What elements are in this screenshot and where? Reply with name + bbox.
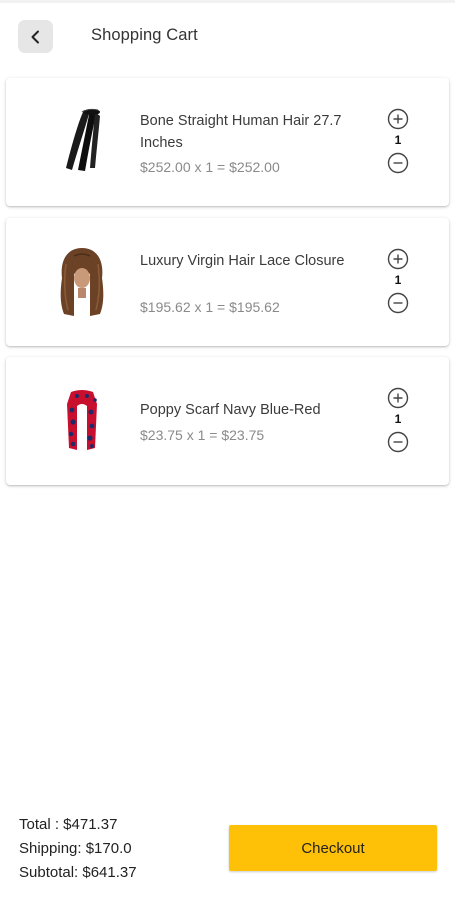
total-amount: Total : $471.37: [19, 816, 118, 833]
cart-item: Luxury Virgin Hair Lace Closure $195.62 …: [6, 218, 449, 346]
subtotal-amount: Subtotal: $641.37: [19, 864, 137, 881]
product-name: Luxury Virgin Hair Lace Closure: [140, 253, 345, 269]
quantity-stepper: 1: [387, 248, 411, 316]
cart-item: Poppy Scarf Navy Blue-Red $23.75 x 1 = $…: [6, 357, 449, 485]
app-header: Shopping Cart: [0, 0, 455, 72]
decrease-quantity-button[interactable]: [387, 152, 409, 174]
quantity-value: 1: [394, 133, 402, 147]
decrease-quantity-button[interactable]: [387, 431, 409, 453]
chevron-left-icon: [29, 30, 43, 44]
plus-circle-icon: [387, 248, 409, 270]
product-price-line: $252.00 x 1 = $252.00: [140, 159, 280, 175]
product-price-line: $23.75 x 1 = $23.75: [140, 427, 265, 443]
product-name: Bone Straight Human Hair 27.7 Inches: [140, 113, 342, 151]
product-price-line: $195.62 x 1 = $195.62: [140, 299, 280, 315]
back-button[interactable]: [18, 20, 53, 53]
quantity-value: 1: [394, 412, 402, 426]
product-image-scarf: [46, 379, 118, 463]
quantity-stepper: 1: [387, 108, 411, 176]
decrease-quantity-button[interactable]: [387, 292, 409, 314]
quantity-value: 1: [394, 273, 402, 287]
plus-circle-icon: [387, 387, 409, 409]
increase-quantity-button[interactable]: [387, 248, 409, 270]
page-title: Shopping Cart: [91, 26, 198, 44]
plus-circle-icon: [387, 108, 409, 130]
order-summary: Total : $471.37 Shipping: $170.0 Subtota…: [19, 813, 137, 885]
shopping-cart-screen: Shopping Cart Bone Straight Human Hair 2…: [0, 0, 455, 900]
checkout-button[interactable]: Checkout: [229, 825, 437, 871]
increase-quantity-button[interactable]: [387, 108, 409, 130]
cart-item: Bone Straight Human Hair 27.7 Inches $25…: [6, 78, 449, 206]
increase-quantity-button[interactable]: [387, 387, 409, 409]
shipping-amount: Shipping: $170.0: [19, 840, 132, 857]
product-image-hair-bundle: [46, 100, 118, 184]
product-name: Poppy Scarf Navy Blue-Red: [140, 402, 321, 418]
product-image-wig: [46, 240, 118, 324]
minus-circle-icon: [387, 292, 409, 314]
quantity-stepper: 1: [387, 387, 411, 455]
minus-circle-icon: [387, 431, 409, 453]
minus-circle-icon: [387, 152, 409, 174]
